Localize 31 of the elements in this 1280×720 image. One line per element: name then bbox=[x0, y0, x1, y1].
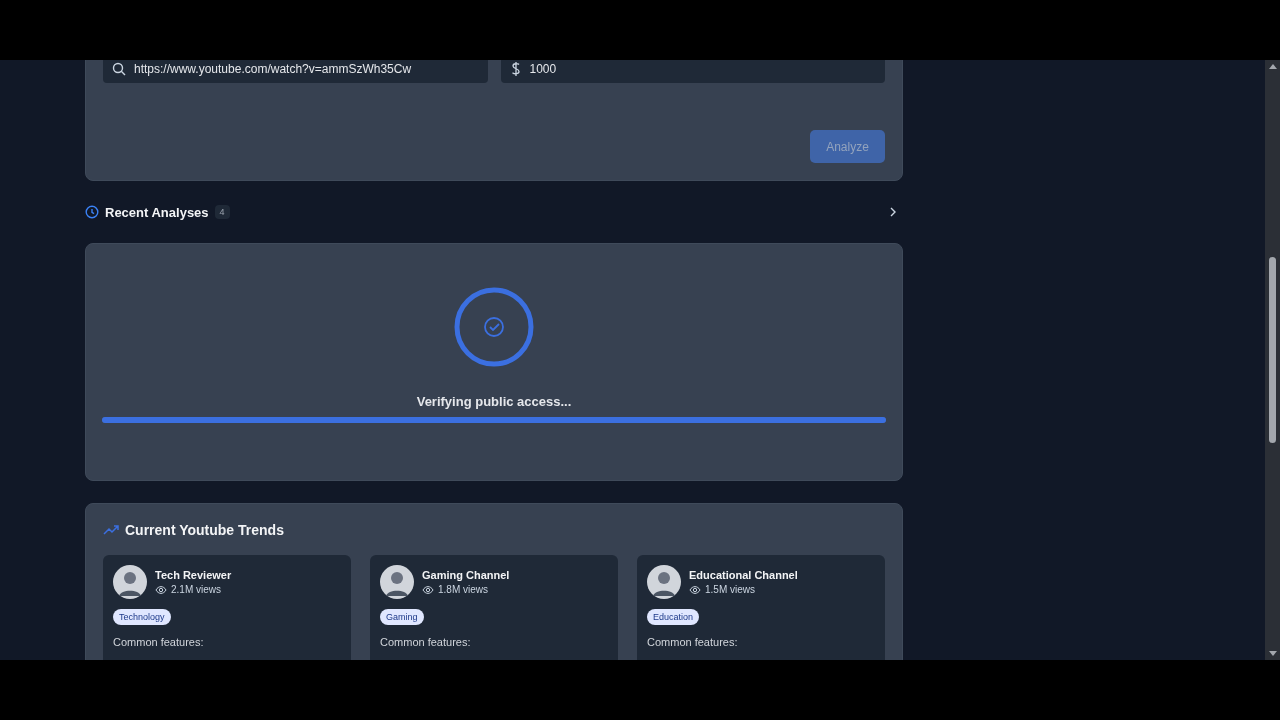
spinner-check-icon bbox=[452, 285, 536, 369]
features-label: Common features: bbox=[647, 636, 738, 648]
channel-name: Gaming Channel bbox=[422, 569, 510, 581]
url-field[interactable]: https://www.youtube.com/watch?v=ammSzWh35Cw bbox=[103, 60, 488, 83]
view-count: 1.5M views bbox=[705, 584, 755, 595]
category-tag: Education bbox=[647, 609, 700, 625]
view-count: 1.8M views bbox=[438, 584, 488, 595]
category-tag: Technology bbox=[113, 609, 171, 625]
view-count: 2.1M views bbox=[171, 584, 221, 595]
avatar-icon bbox=[113, 565, 147, 599]
channel-name: Tech Reviewer bbox=[155, 569, 232, 581]
category-tag: Gaming bbox=[380, 609, 424, 625]
channel-name: Educational Channel bbox=[689, 569, 798, 581]
features-label: Common features: bbox=[380, 636, 471, 648]
features-label: Common features: bbox=[113, 636, 204, 648]
chevron-right-icon[interactable] bbox=[889, 206, 897, 218]
trending-icon bbox=[103, 524, 119, 536]
section-title: Current Youtube Trends bbox=[125, 522, 284, 538]
budget-field[interactable]: 1000 bbox=[500, 60, 885, 83]
section-title: Recent Analyses bbox=[105, 204, 209, 220]
avatar-icon bbox=[647, 565, 681, 599]
status-text: Verifying public access... bbox=[416, 394, 572, 409]
eye-icon bbox=[689, 584, 701, 595]
count-badge: 4 bbox=[214, 205, 230, 219]
eye-icon bbox=[422, 584, 434, 595]
dollar-icon bbox=[509, 61, 522, 77]
eye-icon bbox=[155, 584, 167, 595]
avatar-icon bbox=[380, 565, 414, 599]
scrollbar[interactable] bbox=[1265, 60, 1280, 660]
search-icon bbox=[112, 62, 126, 76]
clock-icon bbox=[85, 205, 99, 219]
